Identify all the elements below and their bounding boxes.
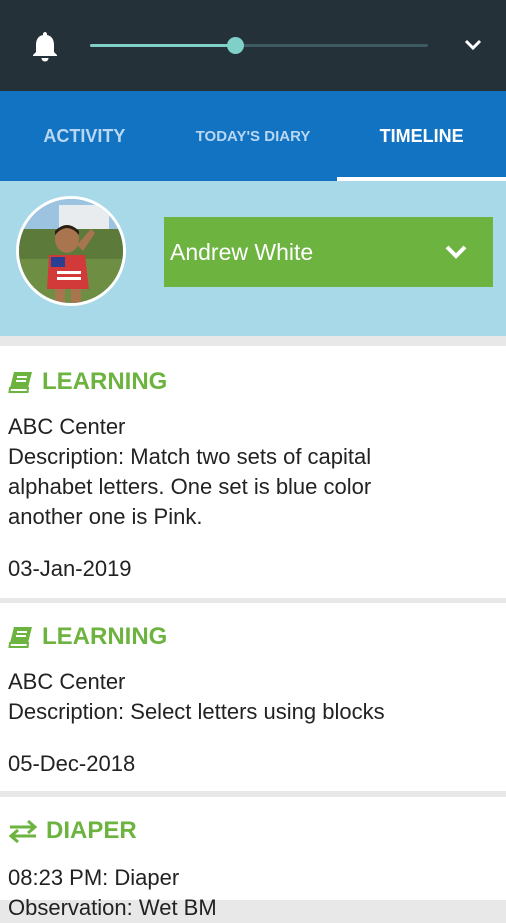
card-line: ABC Center: [8, 414, 126, 439]
card-category: LEARNING: [42, 623, 168, 650]
card-heading: LEARNING: [8, 623, 167, 651]
card-line: Description: Match two sets of capital a…: [8, 444, 372, 529]
timeline-card: LEARNING ABC Center Description: Select …: [0, 603, 506, 791]
chevron-down-icon: [445, 245, 467, 259]
child-selector[interactable]: Andrew White: [164, 217, 493, 287]
card-date: 03-Jan-2019: [8, 556, 132, 581]
slider-thumb[interactable]: [227, 37, 245, 54]
book-icon: [8, 627, 32, 648]
card-category: LEARNING: [42, 368, 168, 395]
tab-todays-diary[interactable]: TODAY'S DIARY: [169, 91, 338, 181]
tab-activity[interactable]: ACTIVITY: [0, 91, 169, 181]
timeline-card: DIAPER 08:23 PM: Diaper Observation: Wet…: [0, 797, 506, 920]
tab-bar: ACTIVITY TODAY'S DIARY TIMELINE: [0, 91, 506, 181]
card-body: 08:23 PM: Diaper Observation: Wet BM: [8, 863, 498, 923]
tab-timeline[interactable]: TIMELINE: [337, 91, 506, 181]
card-category: DIAPER: [46, 817, 137, 844]
child-profile-panel: Andrew White: [0, 181, 506, 336]
card-line: Observation: Wet BM: [8, 895, 217, 920]
timeline-card: LEARNING ABC Center Description: Match t…: [0, 346, 506, 598]
child-name: Andrew White: [170, 238, 314, 265]
card-line: Description: Select letters using blocks: [8, 699, 385, 724]
card-heading: LEARNING: [8, 368, 167, 396]
avatar: [16, 196, 126, 306]
slider-fill: [90, 44, 236, 47]
card-line: 08:23 PM: Diaper: [8, 865, 180, 890]
card-date: 05-Dec-2018: [8, 751, 136, 776]
card-body: ABC Center Description: Select letters u…: [8, 667, 498, 727]
chevron-down-icon[interactable]: [462, 36, 484, 54]
child-photo: [19, 199, 123, 303]
swap-arrows-icon: [8, 819, 38, 843]
bell-icon[interactable]: [31, 30, 59, 62]
card-heading: DIAPER: [8, 817, 137, 845]
volume-slider[interactable]: [90, 37, 428, 54]
card-line: ABC Center: [8, 669, 126, 694]
card-body: ABC Center Description: Match two sets o…: [8, 412, 448, 532]
top-bar: [0, 0, 506, 91]
book-icon: [8, 372, 32, 393]
